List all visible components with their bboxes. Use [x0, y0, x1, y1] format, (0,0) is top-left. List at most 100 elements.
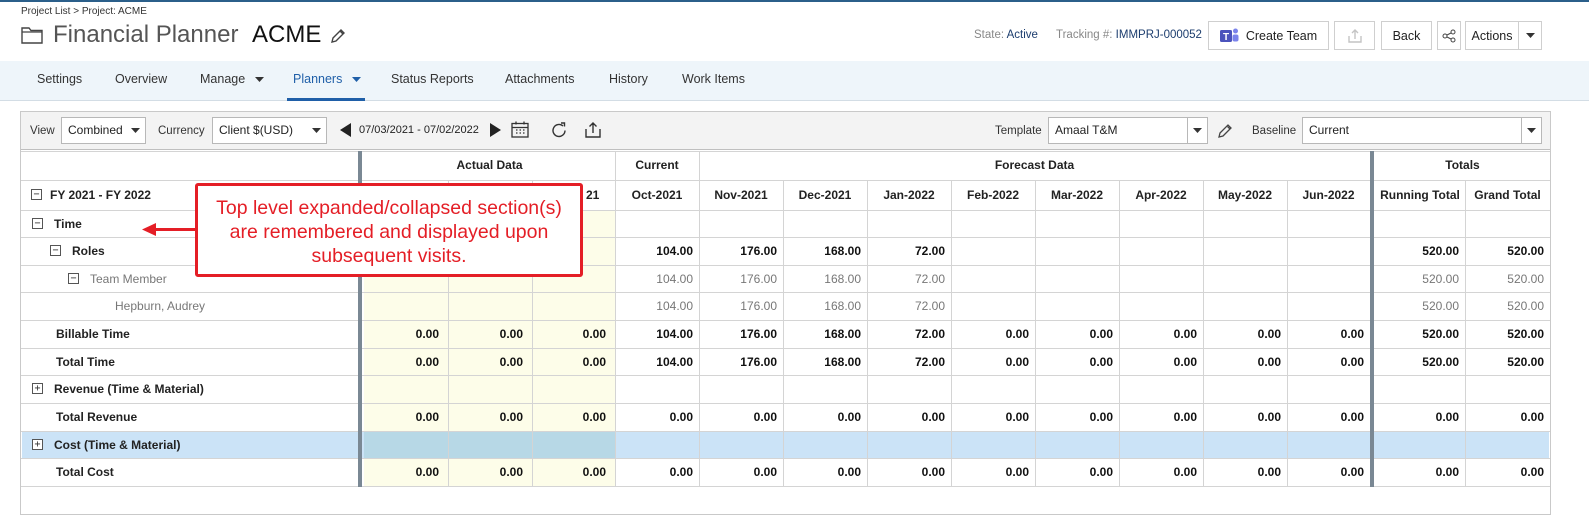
actual-value-cell[interactable]: 0.00: [448, 410, 523, 424]
month-value-cell[interactable]: 176.00: [702, 299, 777, 313]
month-value-cell[interactable]: 176.00: [702, 327, 777, 341]
month-value-cell[interactable]: 168.00: [786, 355, 861, 369]
expand-toggle[interactable]: +: [32, 383, 43, 394]
calendar-icon[interactable]: [511, 121, 529, 138]
back-button[interactable]: Back: [1381, 21, 1432, 50]
month-value-cell[interactable]: 0.00: [1038, 410, 1113, 424]
month-value-cell[interactable]: 0.00: [954, 355, 1029, 369]
prev-period-arrow-icon[interactable]: [340, 123, 352, 137]
month-value-cell[interactable]: 104.00: [618, 355, 693, 369]
month-value-cell[interactable]: 0.00: [1289, 355, 1364, 369]
month-value-cell[interactable]: 0.00: [954, 410, 1029, 424]
month-value-cell[interactable]: 104.00: [618, 244, 693, 258]
month-value-cell[interactable]: 72.00: [870, 299, 945, 313]
tab-history[interactable]: History: [609, 72, 648, 86]
month-value-cell[interactable]: 0.00: [1289, 327, 1364, 341]
month-value-cell[interactable]: 0.00: [1289, 410, 1364, 424]
actual-value-cell[interactable]: 0.00: [448, 355, 523, 369]
edit-template-pencil-icon[interactable]: [1217, 122, 1234, 139]
actual-value-cell[interactable]: 0.00: [364, 327, 439, 341]
collapse-all-toggle[interactable]: −: [31, 189, 42, 200]
tab-status-reports[interactable]: Status Reports: [391, 72, 474, 86]
month-value-cell[interactable]: 176.00: [702, 272, 777, 286]
expand-toggle[interactable]: +: [32, 439, 43, 450]
baseline-select[interactable]: Current: [1302, 117, 1542, 144]
next-period-arrow-icon[interactable]: [489, 123, 501, 137]
month-value-cell[interactable]: 0.00: [1038, 465, 1113, 479]
month-value-cell[interactable]: 72.00: [870, 244, 945, 258]
month-value-cell[interactable]: 0.00: [1122, 465, 1197, 479]
export-button[interactable]: [1334, 21, 1375, 50]
tab-overview[interactable]: Overview: [115, 72, 167, 86]
expand-toggle[interactable]: −: [32, 218, 43, 229]
view-select[interactable]: Combined: [61, 117, 146, 144]
actual-value-cell[interactable]: 0.00: [364, 465, 439, 479]
month-value-cell[interactable]: 168.00: [786, 272, 861, 286]
month-value-cell[interactable]: 0.00: [1206, 327, 1281, 341]
total-value-cell: 520.00: [1422, 244, 1459, 258]
month-value-cell[interactable]: 0.00: [870, 465, 945, 479]
chevron-down-icon: [130, 127, 140, 133]
month-value-cell[interactable]: 0.00: [1206, 465, 1281, 479]
expand-toggle[interactable]: −: [50, 245, 61, 256]
month-value-cell[interactable]: 0.00: [1122, 327, 1197, 341]
month-value-cell[interactable]: 176.00: [702, 355, 777, 369]
row-label: Team Member: [90, 272, 167, 286]
tab-planners[interactable]: Planners: [293, 72, 361, 86]
export-icon[interactable]: [584, 121, 602, 139]
month-value-cell[interactable]: 0.00: [786, 465, 861, 479]
share-button[interactable]: [1437, 21, 1461, 50]
actual-value-cell[interactable]: 0.00: [448, 327, 523, 341]
month-value-cell[interactable]: 0.00: [954, 327, 1029, 341]
tab-attachments[interactable]: Attachments: [505, 72, 574, 86]
actual-value-cell[interactable]: 0.00: [364, 355, 439, 369]
actual-value-cell[interactable]: 0.00: [448, 465, 523, 479]
selected-row-highlight: [22, 431, 1549, 458]
actions-dropdown[interactable]: [1518, 21, 1542, 50]
total-value-cell: 0.00: [1435, 465, 1459, 479]
create-team-button[interactable]: T Create Team: [1208, 21, 1329, 50]
month-value-cell[interactable]: 0.00: [1289, 465, 1364, 479]
actual-value-cell[interactable]: 0.00: [531, 355, 606, 369]
month-value-cell[interactable]: 0.00: [702, 465, 777, 479]
month-value-cell[interactable]: 104.00: [618, 299, 693, 313]
month-value-cell[interactable]: 0.00: [702, 410, 777, 424]
tab-work-items[interactable]: Work Items: [682, 72, 745, 86]
month-value-cell[interactable]: 0.00: [786, 410, 861, 424]
month-value-cell[interactable]: 0.00: [618, 465, 693, 479]
expand-toggle[interactable]: −: [68, 273, 79, 284]
month-value-cell[interactable]: 0.00: [870, 410, 945, 424]
actual-value-cell[interactable]: 0.00: [531, 327, 606, 341]
month-value-cell[interactable]: 168.00: [786, 244, 861, 258]
month-value-cell[interactable]: 72.00: [870, 327, 945, 341]
month-value-cell[interactable]: 0.00: [618, 410, 693, 424]
month-value-cell[interactable]: 72.00: [870, 272, 945, 286]
month-value-cell[interactable]: 168.00: [786, 327, 861, 341]
refresh-icon[interactable]: [550, 122, 568, 139]
edit-pencil-icon[interactable]: [329, 27, 347, 45]
month-value-cell[interactable]: 0.00: [1122, 410, 1197, 424]
month-value-cell[interactable]: 0.00: [1206, 355, 1281, 369]
breadcrumb[interactable]: Project List > Project: ACME: [21, 6, 147, 17]
currency-select[interactable]: Client $(USD): [212, 117, 327, 144]
folder-icon: [21, 27, 43, 44]
actual-value-cell[interactable]: 0.00: [364, 410, 439, 424]
month-header: May-2022: [1217, 188, 1273, 202]
month-value-cell[interactable]: 104.00: [618, 327, 693, 341]
month-value-cell[interactable]: 0.00: [1122, 355, 1197, 369]
actual-value-cell[interactable]: 0.00: [531, 410, 606, 424]
month-value-cell[interactable]: 72.00: [870, 355, 945, 369]
month-value-cell[interactable]: 104.00: [618, 272, 693, 286]
actual-value-cell[interactable]: 0.00: [531, 465, 606, 479]
actions-button[interactable]: Actions: [1465, 21, 1519, 50]
month-value-cell[interactable]: 0.00: [1038, 327, 1113, 341]
month-value-cell[interactable]: 0.00: [1206, 410, 1281, 424]
month-value-cell[interactable]: 176.00: [702, 244, 777, 258]
month-value-cell[interactable]: 0.00: [954, 465, 1029, 479]
month-value-cell[interactable]: 0.00: [1038, 355, 1113, 369]
tab-manage[interactable]: Manage: [200, 72, 264, 86]
month-value-cell[interactable]: 168.00: [786, 299, 861, 313]
tab-settings[interactable]: Settings: [37, 72, 82, 86]
template-select[interactable]: Amaal T&M: [1048, 117, 1208, 144]
forecast-data-header: Forecast Data: [994, 158, 1075, 172]
